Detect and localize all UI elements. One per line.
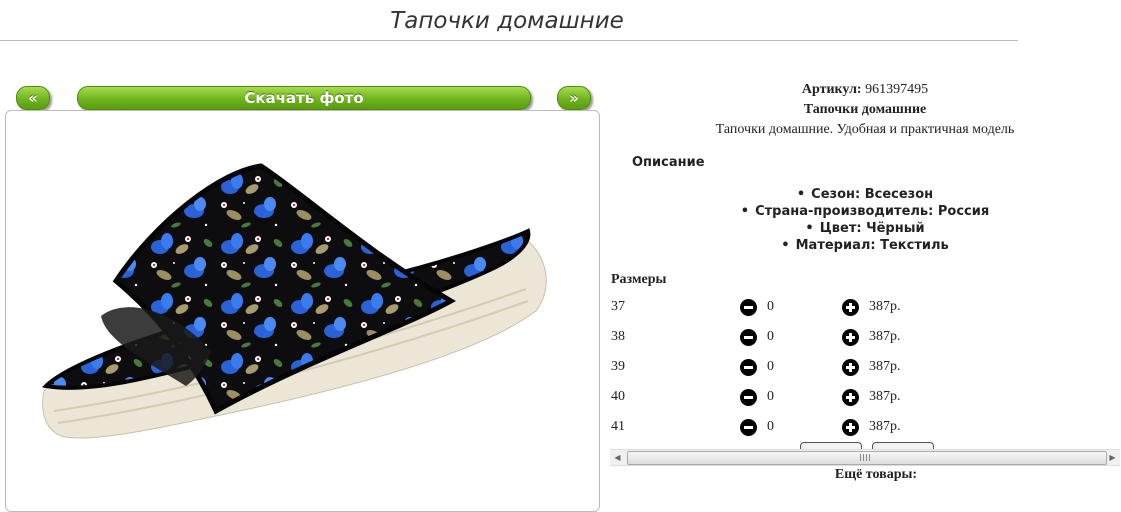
size-price: 387р. [869,299,901,314]
product-description: Тапочки домашние. Удобная и практичная м… [715,122,1015,137]
more-products-heading: Ещё товары: [834,467,918,482]
plus-icon[interactable] [842,389,859,406]
next-photo-button[interactable]: » [557,86,591,110]
size-quantity: 0 [767,329,774,344]
download-photo-button[interactable]: Скачать фото [77,86,531,110]
size-quantity: 0 [767,419,774,434]
size-quantity: 0 [767,359,774,374]
product-photo-frame [5,110,600,512]
sku-value: 961397495 [865,82,929,97]
page-title: Тапочки домашние [390,8,624,34]
size-quantity: 0 [767,299,774,314]
minus-icon[interactable] [740,419,757,436]
sizes-heading: Размеры [611,272,667,287]
sku-label: Артикул: [801,82,862,97]
spec-season: Сезон: Всесезон [610,186,1120,203]
size-price: 387р. [869,419,901,434]
minus-icon[interactable] [740,299,757,316]
plus-icon[interactable] [842,419,859,436]
product-name: Тапочки домашние [803,102,927,117]
size-label: 39 [611,359,625,374]
size-quantity: 0 [767,389,774,404]
scrollbar-thumb[interactable] [627,451,1107,465]
size-row-40: 40 0 387р. [611,388,1111,408]
size-row-37: 37 0 387р. [611,298,1111,318]
size-label: 38 [611,329,625,344]
size-price: 387р. [869,359,901,374]
description-heading: Описание [632,155,705,170]
scroll-right-arrow-icon[interactable]: ▶ [1105,450,1120,465]
plus-icon[interactable] [842,329,859,346]
plus-icon[interactable] [842,299,859,316]
spec-list: Сезон: Всесезон Страна-производитель: Ро… [610,186,1120,254]
size-label: 37 [611,299,625,314]
title-divider [0,40,1018,41]
horizontal-scrollbar[interactable]: ◀ ▶ [610,449,1120,466]
spec-material: Материал: Текстиль [610,237,1120,254]
spec-color: Цвет: Чёрный [610,220,1120,237]
size-price: 387р. [869,389,901,404]
product-photo[interactable] [6,111,599,511]
scrollbar-grip-icon [860,454,870,461]
scroll-left-arrow-icon[interactable]: ◀ [610,450,625,465]
spec-country: Страна-производитель: Россия [610,203,1120,220]
minus-icon[interactable] [740,359,757,376]
size-label: 40 [611,389,625,404]
minus-icon[interactable] [740,329,757,346]
size-price: 387р. [869,329,901,344]
sku-line: Артикул: 961397495 [610,82,1120,98]
size-label: 41 [611,419,625,434]
size-row-41: 41 0 387р. [611,418,1111,438]
size-row-39: 39 0 387р. [611,358,1111,378]
minus-icon[interactable] [740,389,757,406]
prev-photo-button[interactable]: « [16,86,50,110]
plus-icon[interactable] [842,359,859,376]
size-row-38: 38 0 387р. [611,328,1111,348]
